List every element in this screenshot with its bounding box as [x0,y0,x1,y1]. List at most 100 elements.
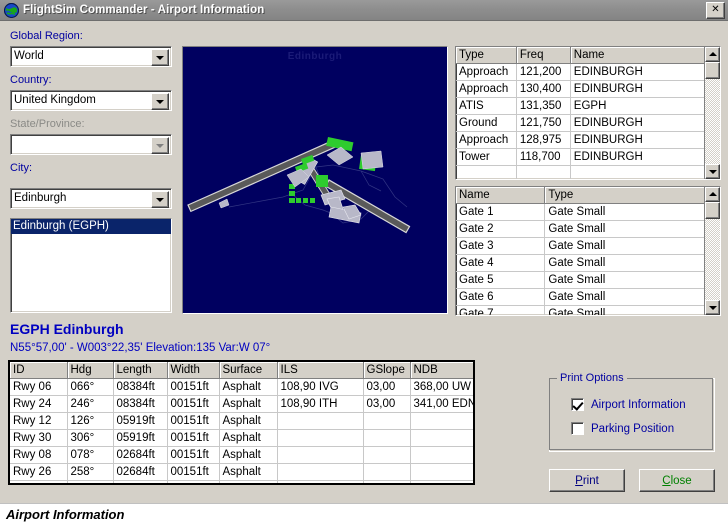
scroll-up-icon[interactable] [705,47,720,62]
close-icon[interactable]: ✕ [706,2,725,19]
table-row[interactable]: Rwy 08078°02684ft00151ftAsphalt [10,447,473,464]
table-cell[interactable]: 246° [67,396,113,413]
table-cell[interactable]: 368,00 UW [410,379,473,396]
table-row[interactable]: Gate 2Gate Small [456,221,720,238]
table-cell[interactable]: 121,750 [516,115,570,132]
table-row[interactable] [456,166,720,181]
table-cell[interactable]: 00151ft [167,464,219,481]
table-cell[interactable]: 02684ft [113,464,167,481]
table-cell[interactable]: EDINBURGH [570,132,719,149]
table-cell[interactable]: 00151ft [167,413,219,430]
table-cell[interactable]: 118,700 [516,149,570,166]
table-cell[interactable] [410,447,473,464]
table-cell[interactable]: Gate 2 [456,221,545,238]
table-cell[interactable] [456,166,516,181]
table-cell[interactable]: 130,400 [516,81,570,98]
chevron-down-icon[interactable] [151,191,169,208]
column-header[interactable]: Type [456,47,516,64]
table-cell[interactable]: Rwy 30 [10,430,67,447]
table-cell[interactable]: 00151ft [167,379,219,396]
column-header[interactable]: Name [456,187,545,204]
table-cell[interactable]: Rwy 12 [10,413,67,430]
table-cell[interactable] [363,447,410,464]
frequencies-table[interactable]: TypeFreqName Approach121,200EDINBURGHApp… [455,46,721,180]
table-row[interactable]: Rwy 24246°08384ft00151ftAsphalt108,90 IT… [10,396,473,413]
table-cell[interactable]: 121,200 [516,64,570,81]
table-row[interactable]: Gate 3Gate Small [456,238,720,255]
table-cell[interactable] [277,464,363,481]
airport-map-panel[interactable]: Edinburgh [182,46,448,314]
table-cell[interactable] [277,481,363,486]
table-cell[interactable] [410,430,473,447]
table-cell[interactable]: 00151ft [167,430,219,447]
table-cell[interactable]: 03,00 [363,396,410,413]
table-row[interactable]: Rwy 06066°08384ft00151ftAsphalt108,90 IV… [10,379,473,396]
scrollbar-thumb[interactable] [705,62,720,79]
table-cell[interactable]: Approach [456,64,516,81]
runways-table[interactable]: IDHdgLengthWidthSurfaceILSGSlopeNDB Rwy … [8,360,475,485]
table-cell[interactable]: 03,00 [363,379,410,396]
table-cell[interactable] [277,413,363,430]
global-region-combo[interactable]: World [10,46,172,67]
table-cell[interactable]: Rwy 26 [10,464,67,481]
table-cell[interactable]: Gate Small [545,306,720,317]
column-header[interactable]: GSlope [363,362,410,379]
city-combo[interactable]: Edinburgh [10,188,172,209]
table-cell[interactable]: Gate 4 [456,255,545,272]
table-cell[interactable]: Asphalt [219,413,277,430]
airport-information-checkbox-row[interactable]: Airport Information [571,398,686,411]
column-header[interactable]: Type [545,187,720,204]
table-cell[interactable]: Asphalt [219,379,277,396]
table-row[interactable]: Gate 7Gate Small [456,306,720,317]
table-row[interactable]: Approach130,400EDINBURGH [456,81,720,98]
table-cell[interactable]: 131,350 [516,98,570,115]
table-cell[interactable]: 341,00 EDN [410,396,473,413]
table-cell[interactable] [67,481,113,486]
parking-position-checkbox-row[interactable]: Parking Position [571,422,674,435]
column-header[interactable]: NDB [410,362,473,379]
table-cell[interactable]: Approach [456,81,516,98]
table-cell[interactable]: Rwy 08 [10,447,67,464]
table-cell[interactable]: Gate 6 [456,289,545,306]
table-cell[interactable]: 258° [67,464,113,481]
table-cell[interactable]: 066° [67,379,113,396]
table-row[interactable]: Gate 6Gate Small [456,289,720,306]
table-cell[interactable]: Gate Small [545,289,720,306]
table-cell[interactable] [363,481,410,486]
table-cell[interactable]: EDINBURGH [570,81,719,98]
table-cell[interactable] [570,166,719,181]
table-row[interactable]: Rwy 12126°05919ft00151ftAsphalt [10,413,473,430]
chevron-down-icon[interactable] [151,93,169,110]
table-cell[interactable]: Tower [456,149,516,166]
table-cell[interactable]: Asphalt [219,447,277,464]
frequencies-scrollbar[interactable] [704,47,720,179]
table-cell[interactable]: Gate 3 [456,238,545,255]
table-cell[interactable]: EDINBURGH [570,115,719,132]
gates-scrollbar[interactable] [704,187,720,315]
print-button[interactable]: Print [549,469,625,492]
table-cell[interactable]: 00151ft [167,396,219,413]
table-cell[interactable]: Asphalt [219,396,277,413]
scrollbar-thumb[interactable] [705,202,720,219]
chevron-down-icon[interactable] [151,137,169,154]
table-cell[interactable] [410,464,473,481]
table-cell[interactable]: 306° [67,430,113,447]
close-button[interactable]: Close [639,469,715,492]
column-header[interactable]: Surface [219,362,277,379]
list-item[interactable]: Edinburgh (EGPH) [11,219,171,234]
table-cell[interactable]: EGPH [570,98,719,115]
table-row[interactable]: Gate 5Gate Small [456,272,720,289]
table-cell[interactable] [277,447,363,464]
checkbox-unchecked-icon[interactable] [571,422,584,435]
column-header[interactable]: Name [570,47,719,64]
table-cell[interactable]: Gate Small [545,255,720,272]
state-province-combo[interactable] [10,134,172,155]
airport-listbox[interactable]: Edinburgh (EGPH) [10,218,172,313]
chevron-down-icon[interactable] [151,49,169,66]
table-cell[interactable]: ATIS [456,98,516,115]
table-cell[interactable]: Rwy 24 [10,396,67,413]
table-cell[interactable]: 078° [67,447,113,464]
table-row[interactable] [10,481,473,486]
table-cell[interactable]: Gate Small [545,238,720,255]
table-cell[interactable] [113,481,167,486]
